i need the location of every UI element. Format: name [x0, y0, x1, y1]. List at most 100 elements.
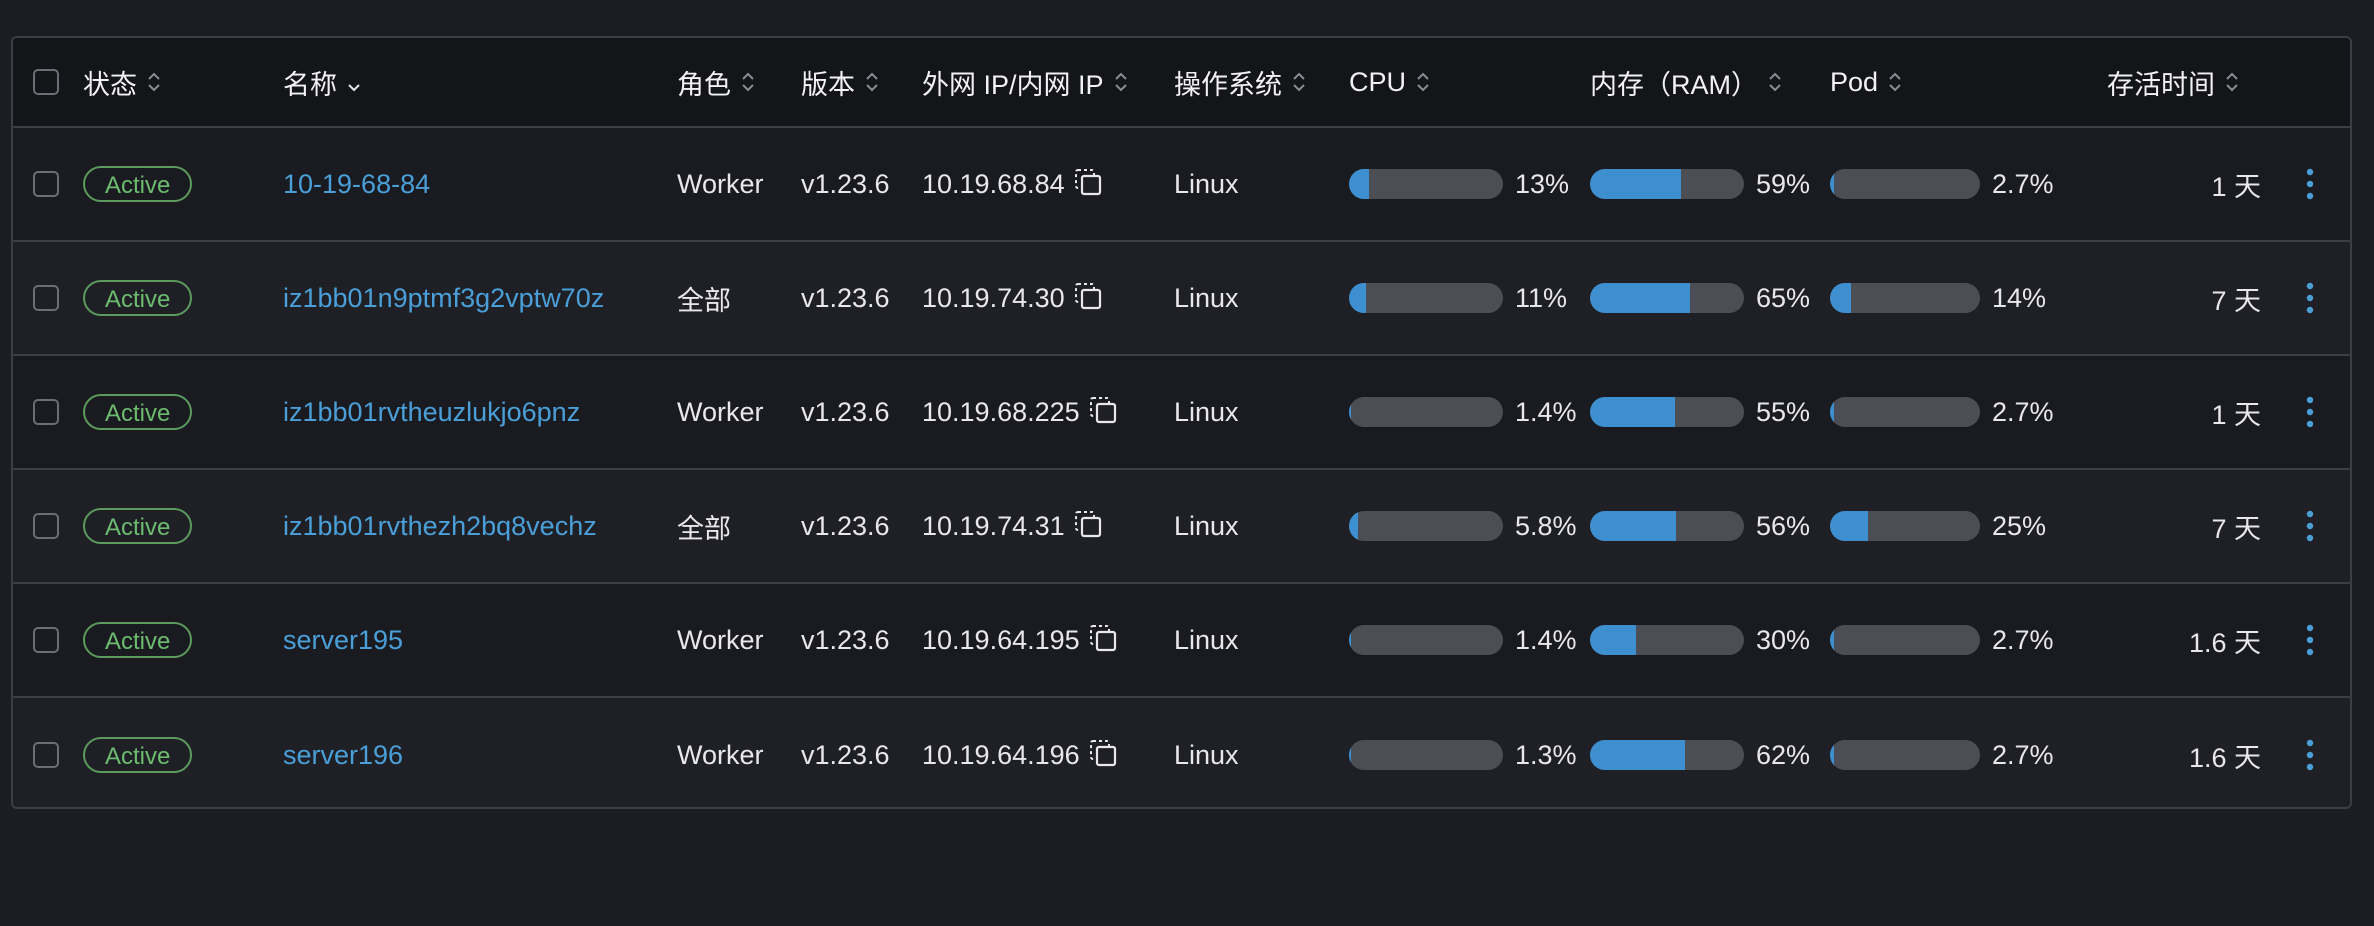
column-header-label: 存活时间	[2107, 69, 2215, 100]
more-actions-icon[interactable]	[2295, 735, 2325, 775]
cpu-usage-bar	[1349, 283, 1503, 313]
more-actions-icon[interactable]	[2295, 164, 2325, 204]
os-text: Linux	[1174, 624, 1239, 655]
copy-icon[interactable]	[1073, 167, 1103, 197]
pod-usage-bar	[1830, 625, 1980, 655]
status-badge: Active	[83, 280, 193, 316]
cpu-usage-value: 5.8%	[1515, 510, 1577, 541]
os-text: Linux	[1174, 282, 1239, 313]
node-name-link[interactable]: server196	[283, 740, 403, 771]
more-actions-icon[interactable]	[2295, 620, 2325, 660]
cpu-usage-bar	[1349, 625, 1503, 655]
node-name-link[interactable]: server195	[283, 625, 403, 656]
column-header-version[interactable]: 版本	[801, 38, 879, 126]
age-text: 1 天	[2211, 399, 2261, 430]
table-row[interactable]: Active iz1bb01rvthezh2bq8vechz 全部 v1.23.…	[13, 470, 2350, 584]
table-row[interactable]: Active iz1bb01n9ptmf3g2vptw70z 全部 v1.23.…	[13, 242, 2350, 356]
nodes-table: 状态 名称 角色 版本 外网 IP/内网 IP 操作系统 CPU 内存（RAM）…	[11, 36, 2352, 809]
node-name-link[interactable]: iz1bb01n9ptmf3g2vptw70z	[283, 283, 604, 314]
more-actions-icon[interactable]	[2295, 278, 2325, 318]
version-text: v1.23.6	[801, 282, 890, 313]
copy-icon[interactable]	[1088, 738, 1118, 768]
table-row[interactable]: Active server195 Worker v1.23.6 10.19.64…	[13, 584, 2350, 698]
ip-text: 10.19.74.30	[922, 282, 1065, 313]
column-header-label: 名称	[283, 69, 337, 100]
ram-usage-value: 30%	[1756, 624, 1811, 655]
sort-icon[interactable]	[865, 71, 879, 93]
age-text: 7 天	[2211, 513, 2261, 544]
row-checkbox[interactable]	[33, 171, 59, 197]
sort-icon[interactable]	[1888, 71, 1902, 93]
pod-usage-bar	[1830, 283, 1980, 313]
copy-icon[interactable]	[1073, 281, 1103, 311]
status-badge: Active	[83, 737, 193, 773]
sort-icon[interactable]	[1114, 71, 1128, 93]
age-text: 1 天	[2211, 171, 2261, 202]
column-header-ip[interactable]: 外网 IP/内网 IP	[922, 38, 1128, 126]
ram-usage-bar	[1590, 625, 1744, 655]
copy-icon[interactable]	[1073, 509, 1103, 539]
row-checkbox[interactable]	[33, 742, 59, 768]
column-header-os[interactable]: 操作系统	[1174, 38, 1306, 126]
sort-icon[interactable]	[1768, 71, 1782, 93]
sort-icon[interactable]	[1416, 71, 1430, 93]
column-header-ram[interactable]: 内存（RAM）	[1590, 38, 1782, 126]
node-name-link[interactable]: 10-19-68-84	[283, 169, 430, 200]
copy-icon[interactable]	[1088, 395, 1118, 425]
table-row[interactable]: Active iz1bb01rvtheuzlukjo6pnz Worker v1…	[13, 356, 2350, 470]
more-actions-icon[interactable]	[2295, 506, 2325, 546]
sort-icon[interactable]	[1292, 71, 1306, 93]
node-name-link[interactable]: iz1bb01rvtheuzlukjo6pnz	[283, 397, 580, 428]
sort-descending-icon[interactable]	[347, 71, 361, 93]
pod-usage-value: 2.7%	[1992, 739, 2054, 770]
pod-usage-bar	[1830, 169, 1980, 199]
ip-text: 10.19.68.225	[922, 396, 1080, 427]
os-text: Linux	[1174, 739, 1239, 770]
age-text: 1.6 天	[2188, 742, 2261, 773]
sort-icon[interactable]	[2225, 71, 2239, 93]
cpu-usage-bar	[1349, 397, 1503, 427]
row-checkbox[interactable]	[33, 513, 59, 539]
column-header-label: 版本	[801, 69, 855, 100]
pod-usage-bar	[1830, 511, 1980, 541]
column-header-cpu[interactable]: CPU	[1349, 38, 1430, 126]
row-checkbox[interactable]	[33, 627, 59, 653]
column-header-pod[interactable]: Pod	[1830, 38, 1902, 126]
cpu-usage-bar	[1349, 511, 1503, 541]
sort-icon[interactable]	[147, 71, 161, 93]
ram-usage-value: 65%	[1756, 282, 1811, 313]
role-text: 全部	[677, 285, 731, 316]
cpu-usage-value: 1.4%	[1515, 396, 1577, 427]
ram-usage-bar	[1590, 511, 1744, 541]
status-badge: Active	[83, 508, 193, 544]
table-row[interactable]: Active server196 Worker v1.23.6 10.19.64…	[13, 698, 2350, 807]
row-checkbox[interactable]	[33, 399, 59, 425]
version-text: v1.23.6	[801, 739, 890, 770]
column-header-label: 内存（RAM）	[1590, 69, 1758, 100]
ram-usage-value: 59%	[1756, 168, 1811, 199]
column-header-status[interactable]: 状态	[83, 38, 161, 126]
select-all-checkbox[interactable]	[33, 69, 59, 95]
more-actions-icon[interactable]	[2295, 392, 2325, 432]
sort-icon[interactable]	[741, 71, 755, 93]
row-checkbox[interactable]	[33, 285, 59, 311]
copy-icon[interactable]	[1088, 623, 1118, 653]
version-text: v1.23.6	[801, 624, 890, 655]
os-text: Linux	[1174, 168, 1239, 199]
column-header-role[interactable]: 角色	[677, 38, 755, 126]
ram-usage-value: 55%	[1756, 396, 1811, 427]
age-text: 1.6 天	[2188, 627, 2261, 658]
version-text: v1.23.6	[801, 396, 890, 427]
column-header-age[interactable]: 存活时间	[2107, 38, 2239, 126]
node-name-link[interactable]: iz1bb01rvthezh2bq8vechz	[283, 511, 597, 542]
role-text: Worker	[677, 739, 764, 770]
status-badge: Active	[83, 622, 193, 658]
pod-usage-value: 2.7%	[1992, 624, 2054, 655]
pod-usage-value: 2.7%	[1992, 168, 2054, 199]
table-row[interactable]: Active 10-19-68-84 Worker v1.23.6 10.19.…	[13, 128, 2350, 242]
column-header-name[interactable]: 名称	[283, 38, 361, 126]
os-text: Linux	[1174, 510, 1239, 541]
pod-usage-bar	[1830, 740, 1980, 770]
ram-usage-bar	[1590, 397, 1744, 427]
os-text: Linux	[1174, 396, 1239, 427]
